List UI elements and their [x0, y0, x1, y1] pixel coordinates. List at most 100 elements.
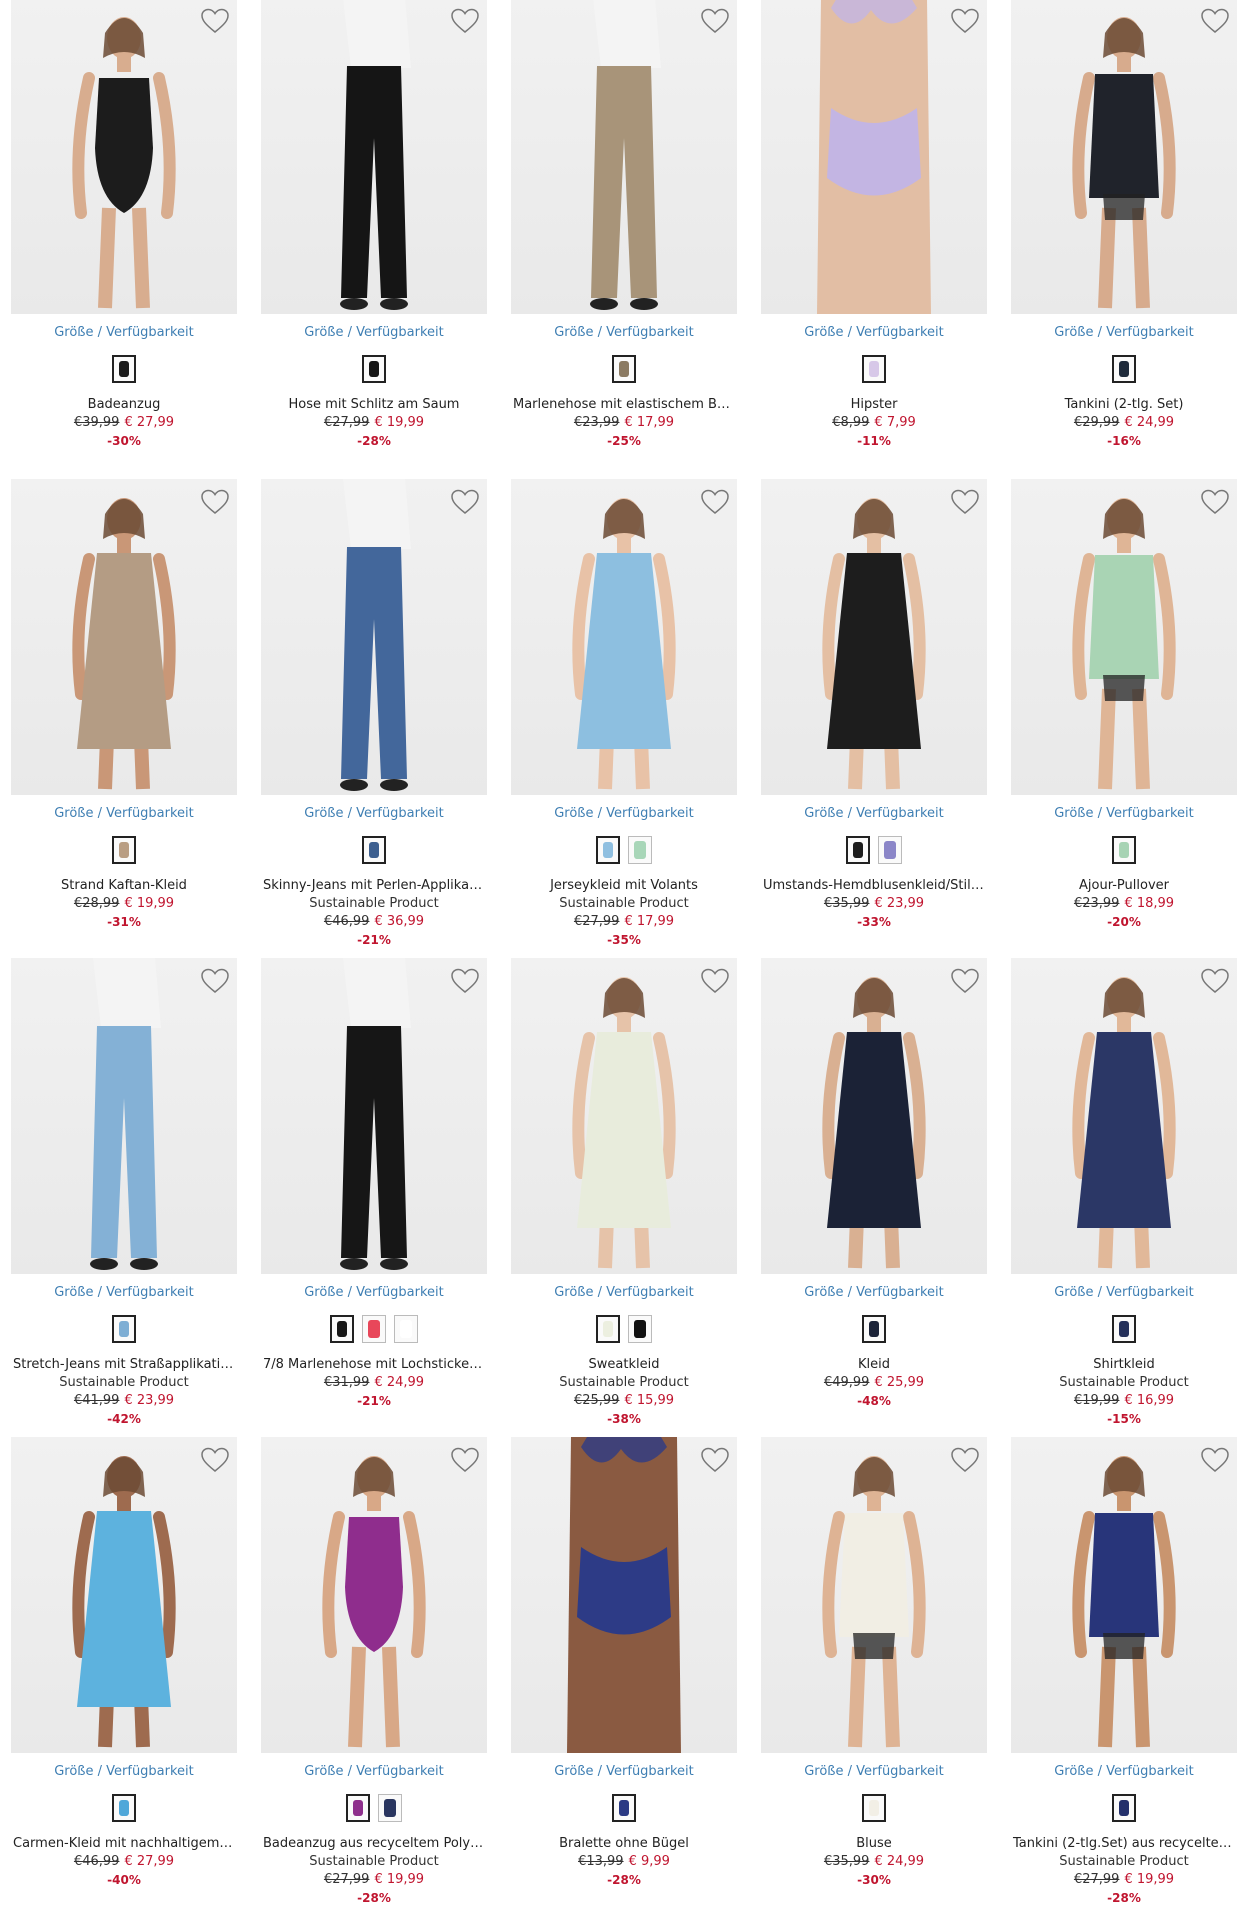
wishlist-heart-icon[interactable]	[1201, 968, 1229, 994]
size-availability-link[interactable]: Größe / Verfügbarkeit	[761, 1285, 987, 1301]
product-card[interactable]: Größe / Verfügbarkeit Badeanzug aus recyc…	[261, 1437, 487, 1916]
color-swatch[interactable]	[628, 836, 652, 864]
product-image[interactable]	[1011, 958, 1237, 1274]
wishlist-heart-icon[interactable]	[701, 489, 729, 515]
color-swatch[interactable]	[346, 1794, 370, 1822]
product-name[interactable]: Tankini (2-tlg. Set)	[1011, 396, 1237, 414]
product-name[interactable]: Skinny-Jeans mit Perlen-Applikation	[261, 877, 487, 895]
size-availability-link[interactable]: Größe / Verfügbarkeit	[511, 1285, 737, 1301]
product-card[interactable]: Größe / Verfügbarkeit Tankini (2-tlg.Set)…	[1011, 1437, 1237, 1916]
color-swatch[interactable]	[596, 1315, 620, 1343]
size-availability-link[interactable]: Größe / Verfügbarkeit	[261, 806, 487, 822]
product-name[interactable]: Bluse	[761, 1835, 987, 1853]
product-image[interactable]	[761, 958, 987, 1274]
size-availability-link[interactable]: Größe / Verfügbarkeit	[761, 806, 987, 822]
wishlist-heart-icon[interactable]	[701, 968, 729, 994]
size-availability-link[interactable]: Größe / Verfügbarkeit	[511, 325, 737, 341]
size-availability-link[interactable]: Größe / Verfügbarkeit	[1011, 1764, 1237, 1780]
color-swatch[interactable]	[628, 1315, 652, 1343]
product-name[interactable]: Tankini (2-tlg.Set) aus recyceltem Polya…	[1011, 1835, 1237, 1853]
product-card[interactable]: Größe / Verfügbarkeit Skinny-Jeans mit Pe…	[261, 479, 487, 958]
color-swatch[interactable]	[112, 1794, 136, 1822]
product-name[interactable]: Badeanzug	[11, 396, 237, 414]
product-name[interactable]: Marlenehose mit elastischem Bund	[511, 396, 737, 414]
product-image[interactable]	[511, 0, 737, 314]
product-name[interactable]: Stretch-Jeans mit Straßapplikation	[11, 1356, 237, 1374]
color-swatch[interactable]	[112, 355, 136, 383]
product-card[interactable]: Größe / Verfügbarkeit 7/8 Marlenehose mit…	[261, 958, 487, 1437]
product-name[interactable]: Badeanzug aus recyceltem Polyamid	[261, 1835, 487, 1853]
size-availability-link[interactable]: Größe / Verfügbarkeit	[1011, 325, 1237, 341]
product-image[interactable]	[511, 1437, 737, 1753]
product-name[interactable]: 7/8 Marlenehose mit Lochstickerei	[261, 1356, 487, 1374]
color-swatch[interactable]	[878, 836, 902, 864]
color-swatch[interactable]	[330, 1315, 354, 1343]
color-swatch[interactable]	[1112, 1315, 1136, 1343]
product-image[interactable]	[11, 958, 237, 1274]
product-image[interactable]	[11, 479, 237, 795]
product-image[interactable]	[11, 0, 237, 314]
wishlist-heart-icon[interactable]	[951, 968, 979, 994]
color-swatch[interactable]	[612, 355, 636, 383]
size-availability-link[interactable]: Größe / Verfügbarkeit	[11, 806, 237, 822]
product-image[interactable]	[11, 1437, 237, 1753]
wishlist-heart-icon[interactable]	[1201, 8, 1229, 34]
product-name[interactable]: Strand Kaftan-Kleid	[11, 877, 237, 895]
product-image[interactable]	[261, 958, 487, 1274]
product-card[interactable]: Größe / Verfügbarkeit Bralette ohne Bügel…	[511, 1437, 737, 1916]
product-name[interactable]: Bralette ohne Bügel	[511, 1835, 737, 1853]
wishlist-heart-icon[interactable]	[701, 1447, 729, 1473]
size-availability-link[interactable]: Größe / Verfügbarkeit	[11, 1285, 237, 1301]
product-image[interactable]	[761, 479, 987, 795]
color-swatch[interactable]	[1112, 355, 1136, 383]
wishlist-heart-icon[interactable]	[951, 489, 979, 515]
product-image[interactable]	[511, 479, 737, 795]
product-image[interactable]	[1011, 1437, 1237, 1753]
product-card[interactable]: Größe / Verfügbarkeit Kleid €49,99 € 25,99 -…	[761, 958, 987, 1437]
color-swatch[interactable]	[362, 1315, 386, 1343]
size-availability-link[interactable]: Größe / Verfügbarkeit	[761, 325, 987, 341]
product-image[interactable]	[261, 1437, 487, 1753]
product-card[interactable]: Größe / Verfügbarkeit Shirtkleid Sustainab…	[1011, 958, 1237, 1437]
color-swatch[interactable]	[378, 1794, 402, 1822]
product-card[interactable]: Größe / Verfügbarkeit Tankini (2-tlg. Set…	[1011, 0, 1237, 477]
size-availability-link[interactable]: Größe / Verfügbarkeit	[261, 325, 487, 341]
product-card[interactable]: Größe / Verfügbarkeit Hipster €8,99 € 7,99 -…	[761, 0, 987, 477]
wishlist-heart-icon[interactable]	[451, 1447, 479, 1473]
color-swatch[interactable]	[362, 355, 386, 383]
product-card[interactable]: Größe / Verfügbarkeit Marlenehose mit ela…	[511, 0, 737, 477]
size-availability-link[interactable]: Größe / Verfügbarkeit	[11, 1764, 237, 1780]
size-availability-link[interactable]: Größe / Verfügbarkeit	[761, 1764, 987, 1780]
product-card[interactable]: Größe / Verfügbarkeit Jerseykleid mit Vol…	[511, 479, 737, 958]
product-card[interactable]: Größe / Verfügbarkeit Ajour-Pullover €23,9…	[1011, 479, 1237, 958]
product-name[interactable]: Ajour-Pullover	[1011, 877, 1237, 895]
product-card[interactable]: Größe / Verfügbarkeit Badeanzug €39,99 € 27…	[11, 0, 237, 477]
wishlist-heart-icon[interactable]	[201, 489, 229, 515]
product-card[interactable]: Größe / Verfügbarkeit Stretch-Jeans mit S…	[11, 958, 237, 1437]
color-swatch[interactable]	[394, 1315, 418, 1343]
wishlist-heart-icon[interactable]	[951, 8, 979, 34]
wishlist-heart-icon[interactable]	[1201, 1447, 1229, 1473]
wishlist-heart-icon[interactable]	[201, 1447, 229, 1473]
product-image[interactable]	[1011, 479, 1237, 795]
size-availability-link[interactable]: Größe / Verfügbarkeit	[1011, 806, 1237, 822]
product-image[interactable]	[761, 0, 987, 314]
wishlist-heart-icon[interactable]	[451, 489, 479, 515]
product-name[interactable]: Hose mit Schlitz am Saum	[261, 396, 487, 414]
color-swatch[interactable]	[862, 1315, 886, 1343]
wishlist-heart-icon[interactable]	[951, 1447, 979, 1473]
size-availability-link[interactable]: Größe / Verfügbarkeit	[1011, 1285, 1237, 1301]
product-card[interactable]: Größe / Verfügbarkeit Hose mit Schlitz am…	[261, 0, 487, 477]
wishlist-heart-icon[interactable]	[201, 968, 229, 994]
color-swatch[interactable]	[846, 836, 870, 864]
size-availability-link[interactable]: Größe / Verfügbarkeit	[261, 1285, 487, 1301]
product-name[interactable]: Sweatkleid	[511, 1356, 737, 1374]
product-card[interactable]: Größe / Verfügbarkeit Carmen-Kleid mit na…	[11, 1437, 237, 1916]
product-name[interactable]: Shirtkleid	[1011, 1356, 1237, 1374]
wishlist-heart-icon[interactable]	[701, 8, 729, 34]
product-card[interactable]: Größe / Verfügbarkeit Umstands-Hemdblusen…	[761, 479, 987, 958]
product-card[interactable]: Größe / Verfügbarkeit Bluse €35,99 € 24,99 -…	[761, 1437, 987, 1916]
product-image[interactable]	[261, 0, 487, 314]
wishlist-heart-icon[interactable]	[1201, 489, 1229, 515]
product-card[interactable]: Größe / Verfügbarkeit Sweatkleid Sustainab…	[511, 958, 737, 1437]
